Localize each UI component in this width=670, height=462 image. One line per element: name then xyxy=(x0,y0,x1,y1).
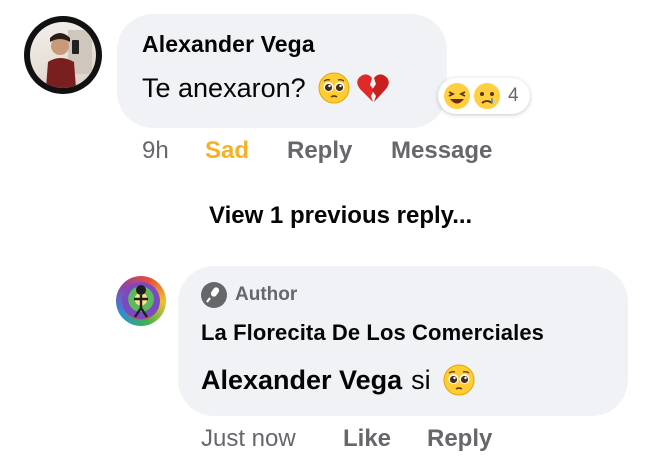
reply-button[interactable]: Reply xyxy=(287,137,352,165)
comment-text: Te anexaron? xyxy=(142,72,306,103)
pleading-face-icon xyxy=(318,72,350,104)
reply-author-name[interactable]: La Florecita De Los Comerciales xyxy=(201,320,544,346)
author-badge: Author xyxy=(201,282,321,310)
reply-author-avatar[interactable] xyxy=(116,276,166,326)
reply-text: si xyxy=(411,364,431,395)
comment-timestamp[interactable]: 9h xyxy=(142,137,169,165)
microphone-icon xyxy=(201,282,227,308)
avatar-figure xyxy=(134,285,148,318)
author-badge-label: Author xyxy=(235,284,298,305)
avatar-photo xyxy=(46,30,92,88)
laughing-face-icon xyxy=(442,81,472,111)
broken-heart-icon xyxy=(356,72,390,104)
pleading-face-icon xyxy=(443,364,475,396)
reaction-count: 4 xyxy=(508,85,519,106)
reply-reply-button[interactable]: Reply xyxy=(427,425,492,453)
crying-face-icon xyxy=(472,81,502,111)
commenter-avatar[interactable] xyxy=(24,16,102,94)
reply-body: Alexander Vega si xyxy=(201,364,475,396)
message-button[interactable]: Message xyxy=(391,137,492,165)
reply-mention[interactable]: Alexander Vega xyxy=(201,365,402,396)
reply-timestamp[interactable]: Just now xyxy=(201,425,296,453)
comment-author-name[interactable]: Alexander Vega xyxy=(142,31,315,58)
view-previous-replies-link[interactable]: View 1 previous reply... xyxy=(209,202,472,230)
reaction-sad-button[interactable]: Sad xyxy=(205,137,249,165)
comment-body: Te anexaron? xyxy=(142,72,390,104)
reaction-summary[interactable]: 4 xyxy=(438,78,530,114)
like-button[interactable]: Like xyxy=(343,425,391,453)
